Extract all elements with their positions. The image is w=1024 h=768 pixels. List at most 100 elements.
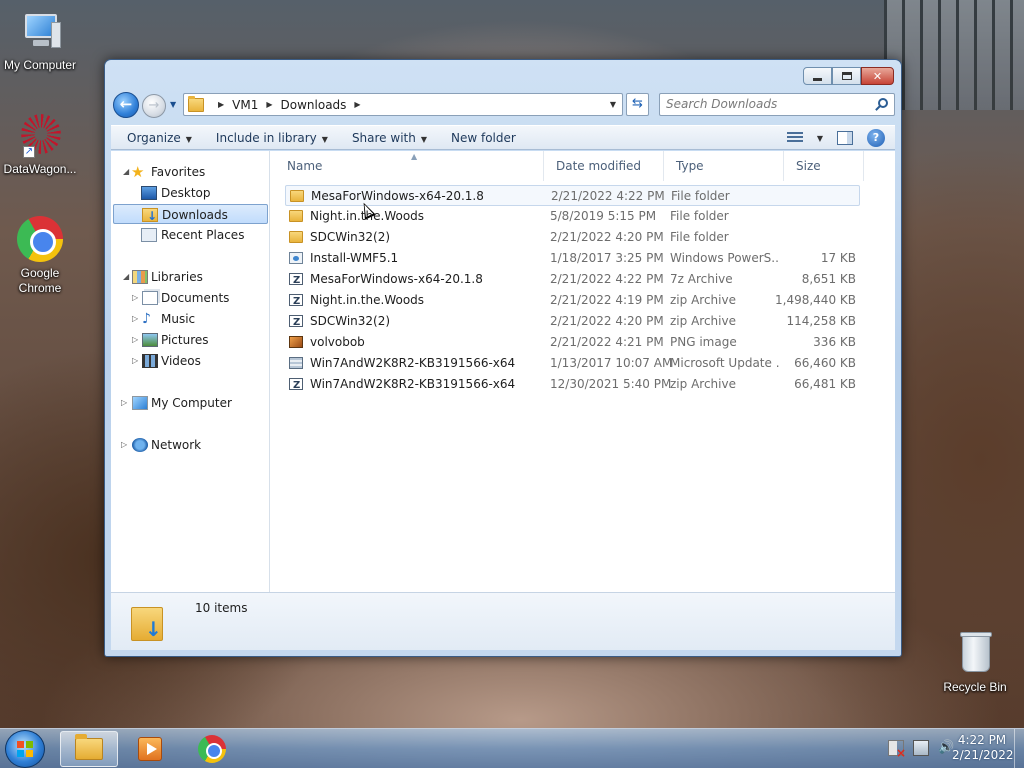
minimize-icon: [813, 77, 822, 81]
new-folder-label: New folder: [451, 130, 516, 145]
nav-my-computer[interactable]: ▷ My Computer: [111, 393, 269, 413]
file-row[interactable]: SDCWin32(2) 2/21/2022 4:20 PM zip Archiv…: [285, 311, 860, 333]
file-row[interactable]: Win7AndW2K8R2-KB3191566-x64 12/30/2021 5…: [285, 374, 860, 396]
new-folder-button[interactable]: New folder: [443, 131, 524, 145]
expand-triangle-icon[interactable]: ▷: [132, 330, 138, 350]
nav-item-documents[interactable]: ▷ Documents: [111, 288, 269, 308]
breadcrumb-vm1[interactable]: VM1: [232, 98, 258, 112]
column-headers: Name ▲ Date modified Type Size: [271, 151, 895, 181]
recent-pages-dropdown[interactable]: ▼: [170, 100, 176, 109]
nav-network[interactable]: ▷ Network: [111, 435, 269, 455]
computer-icon: [132, 396, 148, 410]
nav-favorites[interactable]: ◢ ★ Favorites: [111, 162, 269, 182]
file-row[interactable]: volvobob 2/21/2022 4:21 PM PNG image 336…: [285, 332, 860, 353]
collapse-triangle-icon[interactable]: ◢: [123, 162, 129, 182]
taskbar-media-player-button[interactable]: [121, 731, 179, 767]
archive-icon: [289, 312, 303, 333]
search-input[interactable]: Search Downloads: [659, 93, 895, 116]
preview-pane-icon[interactable]: [837, 131, 853, 145]
navigation-pane: ◢ ★ Favorites Desktop Downloads Recent P…: [111, 151, 270, 596]
powershell-file-icon: [289, 252, 303, 264]
column-header-date-modified[interactable]: Date modified: [544, 151, 664, 181]
action-center-flag-icon[interactable]: [888, 740, 906, 760]
breadcrumb-separator[interactable]: ▶: [266, 100, 272, 109]
nav-label: Desktop: [161, 186, 211, 200]
nav-item-pictures[interactable]: ▷ Pictures: [111, 330, 269, 350]
column-label: Date modified: [556, 159, 642, 173]
file-row[interactable]: MesaForWindows-x64-20.1.8 2/21/2022 4:22…: [285, 269, 860, 291]
nav-libraries[interactable]: ◢ Libraries: [111, 267, 269, 287]
expand-triangle-icon[interactable]: ▷: [121, 393, 127, 413]
folder-icon: [188, 95, 204, 112]
expand-triangle-icon[interactable]: ▷: [121, 435, 127, 455]
share-with-menu[interactable]: Share with ▼: [344, 131, 435, 145]
forward-button[interactable]: →: [142, 94, 166, 118]
file-name: Win7AndW2K8R2-KB3191566-x64: [310, 356, 516, 370]
view-options-chevron-icon[interactable]: ▼: [817, 134, 823, 143]
desktop-icon-my-computer[interactable]: My Computer: [0, 8, 80, 73]
organize-menu[interactable]: Organize ▼: [119, 131, 200, 145]
taskbar-explorer-button[interactable]: [60, 731, 118, 767]
minimize-button[interactable]: [803, 67, 832, 85]
share-with-label: Share with: [351, 130, 416, 145]
column-header-name[interactable]: Name ▲: [275, 151, 544, 181]
file-row[interactable]: Win7AndW2K8R2-KB3191566-x64 1/13/2017 10…: [285, 353, 860, 374]
nav-item-desktop[interactable]: Desktop: [111, 183, 269, 203]
column-label: Type: [676, 159, 704, 173]
file-row[interactable]: Night.in.the.Woods 2/21/2022 4:19 PM zip…: [285, 290, 860, 312]
clock[interactable]: 4:22 PM 2/21/2022: [952, 733, 1014, 763]
breadcrumb-separator[interactable]: ▶: [218, 100, 224, 109]
breadcrumb-separator[interactable]: ▶: [354, 100, 360, 109]
file-row[interactable]: Install-WMF5.1 1/18/2017 3:25 PM Windows…: [285, 248, 860, 269]
desktop-icon-label: DataWagon...: [3, 162, 77, 176]
folder-icon: [75, 734, 103, 760]
expand-triangle-icon[interactable]: ▷: [132, 288, 138, 308]
file-type: PNG image: [670, 335, 737, 349]
taskbar-chrome-button[interactable]: [183, 731, 241, 767]
downloads-folder-icon: [142, 206, 158, 226]
file-row[interactable]: Night.in.the.Woods 5/8/2019 5:15 PM File…: [285, 206, 860, 227]
include-in-library-menu[interactable]: Include in library ▼: [208, 131, 336, 145]
desktop-icon-google-chrome[interactable]: Google Chrome: [0, 216, 80, 296]
column-header-type[interactable]: Type: [664, 151, 784, 181]
file-type: zip Archive: [670, 314, 736, 328]
breadcrumb-downloads[interactable]: Downloads: [281, 98, 347, 112]
close-button[interactable]: ✕: [861, 67, 894, 85]
column-label: Size: [796, 159, 821, 173]
search-icon[interactable]: [878, 98, 888, 108]
nav-label: Libraries: [151, 270, 203, 284]
nav-item-recent-places[interactable]: Recent Places: [111, 225, 269, 245]
start-button[interactable]: [5, 730, 45, 768]
refresh-button[interactable]: ⇆: [626, 93, 649, 116]
file-type: 7z Archive: [670, 272, 733, 286]
desktop-icon-recycle-bin[interactable]: Recycle Bin: [935, 630, 1015, 695]
help-icon[interactable]: ?: [867, 129, 885, 147]
address-bar[interactable]: ▶ VM1 ▶ Downloads ▶ ▼: [183, 93, 623, 116]
expand-triangle-icon[interactable]: ▷: [132, 309, 138, 329]
star-icon: ★: [131, 163, 145, 181]
address-dropdown-button[interactable]: ▼: [610, 100, 616, 109]
file-date: 5/8/2019 5:15 PM: [550, 209, 657, 223]
file-row[interactable]: SDCWin32(2) 2/21/2022 4:20 PM File folde…: [285, 227, 860, 248]
nav-item-downloads[interactable]: Downloads: [113, 204, 268, 226]
chrome-icon: [198, 735, 226, 763]
details-pane: ↓ 10 items: [111, 592, 895, 650]
back-button[interactable]: ←: [113, 92, 139, 118]
file-name: SDCWin32(2): [310, 230, 391, 244]
file-size: 66,481 KB: [794, 377, 856, 391]
nav-label: Documents: [161, 291, 230, 305]
network-status-icon[interactable]: [913, 740, 929, 756]
expand-triangle-icon[interactable]: ▷: [132, 351, 138, 371]
column-header-size[interactable]: Size: [784, 151, 864, 181]
nav-item-videos[interactable]: ▷ Videos: [111, 351, 269, 371]
show-desktop-button[interactable]: [1014, 729, 1024, 768]
nav-label: Downloads: [162, 208, 228, 222]
collapse-triangle-icon[interactable]: ◢: [123, 267, 129, 287]
file-row[interactable]: MesaForWindows-x64-20.1.8 2/21/2022 4:22…: [285, 185, 860, 220]
maximize-button[interactable]: [832, 67, 861, 85]
change-view-icon[interactable]: [786, 132, 803, 144]
desktop-icon-datawagon[interactable]: ↗ DataWagon...: [0, 112, 80, 177]
recycle-bin-icon: [952, 630, 998, 676]
nav-item-music[interactable]: ▷ ♪ Music: [111, 309, 269, 329]
organize-label: Organize: [127, 130, 181, 145]
